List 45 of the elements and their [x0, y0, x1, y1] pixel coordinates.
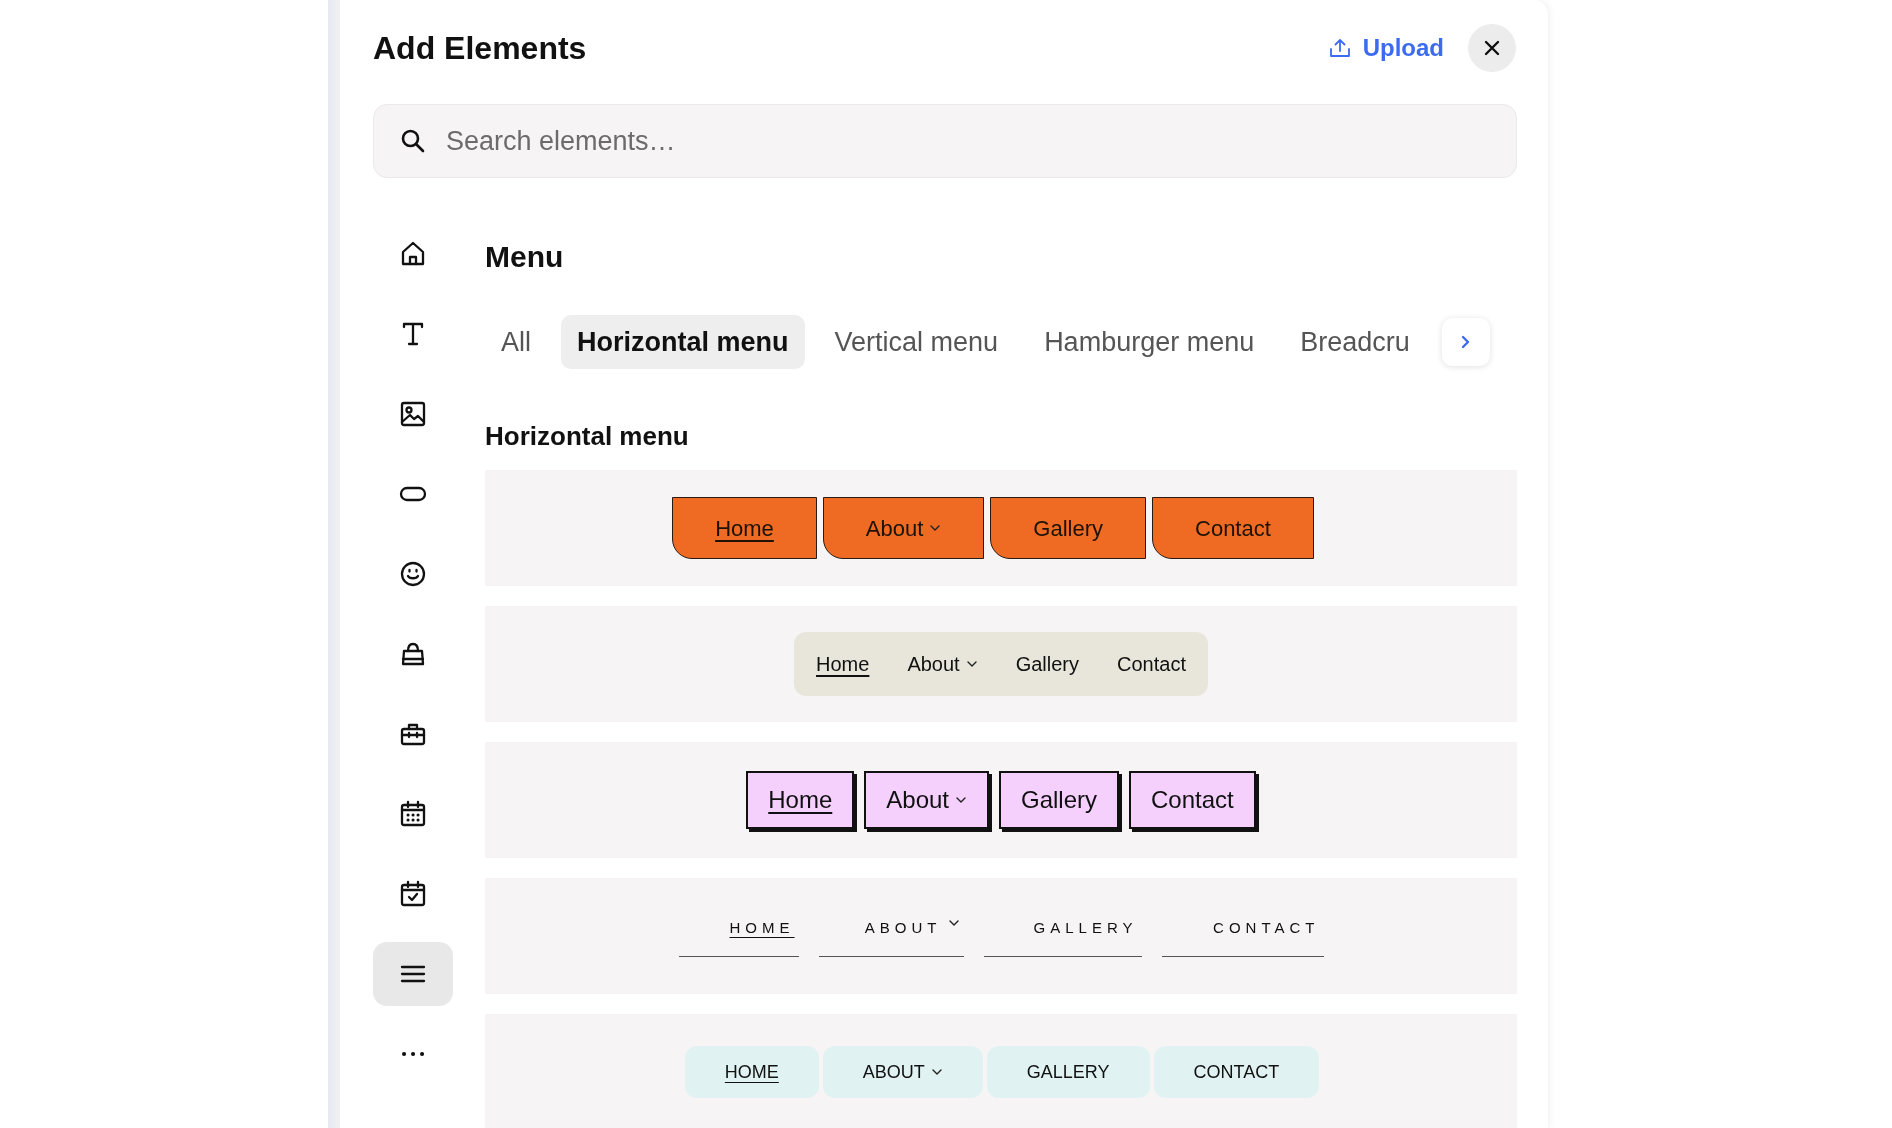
- close-icon: [1483, 39, 1501, 57]
- category-tab[interactable]: Vertical menu: [818, 315, 1015, 369]
- menu-item: About: [822, 497, 985, 559]
- close-button[interactable]: [1468, 24, 1516, 72]
- menu-item: Contact: [1129, 771, 1256, 829]
- image-icon: [398, 399, 428, 429]
- category-tab[interactable]: Breadcru: [1284, 315, 1426, 369]
- menu-item: Home: [746, 771, 855, 829]
- category-tab[interactable]: Horizontal menu: [561, 315, 805, 369]
- menu-item: ABOUT: [818, 919, 964, 957]
- panel-title: Add Elements: [373, 29, 587, 67]
- search-icon: [399, 127, 427, 155]
- menu-item: GALLERY: [986, 1046, 1150, 1098]
- calendar-check-icon: [398, 879, 428, 909]
- more-icon: [401, 1051, 425, 1057]
- menu-item: About: [907, 652, 978, 676]
- category-tab[interactable]: Hamburger menu: [1028, 315, 1271, 369]
- smiley-icon: [398, 559, 428, 589]
- section-title: Menu: [485, 239, 565, 274]
- menu-preview-card[interactable]: HOME ABOUT GALLERY CONTACT: [485, 878, 1517, 994]
- menu-item: Home: [672, 497, 817, 559]
- menu-item: Gallery: [1015, 652, 1079, 676]
- category-tab[interactable]: All: [485, 315, 547, 369]
- menu-preview-card[interactable]: Home About Gallery Contact: [485, 742, 1517, 858]
- menu-item: CONTACT: [1153, 1046, 1320, 1098]
- menu-item: HOME: [684, 1046, 819, 1098]
- menu-item: Home: [816, 652, 870, 676]
- menu-preview-card[interactable]: HOME ABOUT GALLERY CONTACT: [485, 1014, 1517, 1128]
- search-field[interactable]: Search elements…: [373, 104, 1517, 178]
- upload-icon: [1328, 37, 1351, 59]
- menu-item: Contact: [1152, 497, 1314, 559]
- upload-button[interactable]: Upload: [1328, 34, 1444, 62]
- menu-item: HOME: [678, 919, 799, 957]
- menu-item: About: [864, 771, 989, 829]
- menu-item: Gallery: [999, 771, 1120, 829]
- calendar-icon: [398, 799, 428, 829]
- menu-item: ABOUT: [822, 1046, 983, 1098]
- menu-item: CONTACT: [1161, 919, 1324, 957]
- menu-item: GALLERY: [983, 919, 1142, 957]
- sidebar-item[interactable]: [373, 942, 453, 1006]
- menu-item: Contact: [1117, 652, 1186, 676]
- menu-preview-card[interactable]: Home About Gallery Contact: [485, 470, 1517, 586]
- menu-item: Gallery: [990, 497, 1146, 559]
- menu-preview-card[interactable]: Home About Gallery Contact: [485, 606, 1517, 722]
- group-title: Horizontal menu: [485, 421, 690, 452]
